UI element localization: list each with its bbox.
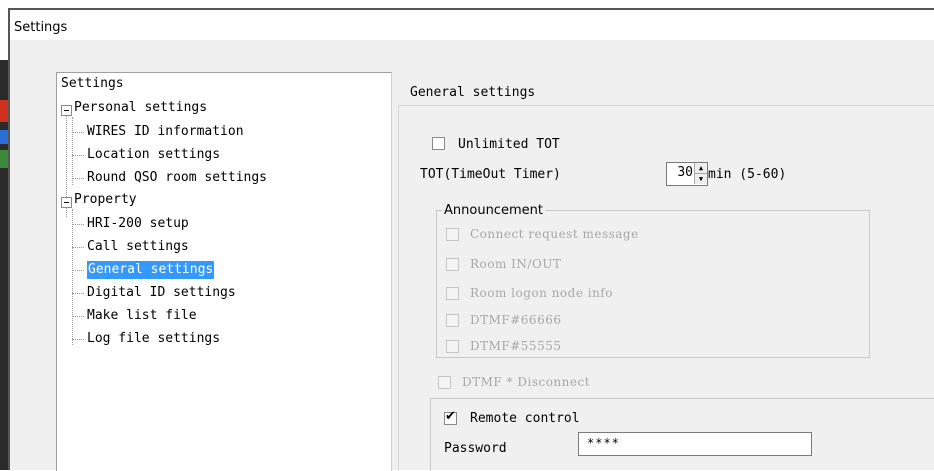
window-top-border bbox=[8, 8, 934, 10]
title-bar: Settings bbox=[0, 0, 934, 40]
tree-group-personal-settings[interactable]: Personal settings bbox=[74, 99, 207, 117]
tree-item-wires-id-information[interactable]: WIRES ID information bbox=[87, 123, 244, 141]
connect-request-message-checkbox[interactable] bbox=[446, 228, 459, 241]
password-input[interactable]: **** bbox=[578, 432, 812, 456]
settings-tree[interactable]: Settings Personal settings WIRES ID info… bbox=[56, 72, 392, 471]
unlimited-tot-checkbox[interactable] bbox=[432, 137, 445, 150]
password-label: Password bbox=[444, 441, 507, 456]
dtmf-55555-label: DTMF#55555 bbox=[470, 339, 562, 353]
collapse-icon[interactable] bbox=[61, 105, 72, 116]
room-logon-node-info-label: Room logon node info bbox=[470, 286, 613, 300]
tree-item-hri-200-setup[interactable]: HRI-200 setup bbox=[87, 215, 189, 233]
dtmf-66666-checkbox[interactable] bbox=[446, 314, 459, 327]
announcement-legend: Announcement bbox=[442, 203, 545, 218]
tree-item-location-settings[interactable]: Location settings bbox=[87, 146, 220, 164]
tree-item-call-settings[interactable]: Call settings bbox=[87, 238, 189, 256]
room-in-out-checkbox[interactable] bbox=[446, 258, 459, 271]
remote-control-label: Remote control bbox=[470, 411, 580, 426]
tree-root-settings[interactable]: Settings bbox=[61, 75, 124, 93]
room-logon-node-info-checkbox[interactable] bbox=[446, 287, 459, 300]
remote-control-checkbox[interactable]: ✔ bbox=[444, 409, 457, 425]
tree-item-digital-id-settings[interactable]: Digital ID settings bbox=[87, 284, 236, 302]
dtmf-66666-label: DTMF#66666 bbox=[470, 313, 562, 327]
spin-down-icon[interactable]: ▼ bbox=[694, 174, 707, 184]
dtmf-disconnect-label: DTMF * Disconnect bbox=[462, 375, 591, 389]
background-window-strip bbox=[0, 60, 8, 470]
room-in-out-label: Room IN/OUT bbox=[470, 257, 562, 271]
password-value[interactable]: **** bbox=[587, 436, 620, 450]
collapse-icon[interactable] bbox=[61, 197, 72, 208]
connect-request-message-label: Connect request message bbox=[470, 227, 639, 241]
tree-item-make-list-file[interactable]: Make list file bbox=[87, 307, 197, 325]
dtmf-55555-checkbox[interactable] bbox=[446, 340, 459, 353]
dtmf-disconnect-checkbox[interactable] bbox=[438, 376, 451, 389]
panel-title: General settings bbox=[410, 85, 536, 100]
checkmark-icon: ✔ bbox=[445, 409, 456, 424]
tot-value[interactable]: 30 bbox=[677, 165, 693, 180]
unlimited-tot-label: Unlimited TOT bbox=[458, 137, 560, 152]
window-title: Settings bbox=[14, 20, 68, 35]
spin-up-icon[interactable]: ▲ bbox=[694, 163, 707, 174]
tot-label: TOT(TimeOut Timer) bbox=[420, 167, 561, 182]
tree-group-property[interactable]: Property bbox=[74, 191, 137, 209]
tree-item-log-file-settings[interactable]: Log file settings bbox=[87, 330, 220, 348]
tree-item-general-settings[interactable]: General settings bbox=[87, 261, 215, 279]
tot-spinner[interactable]: 30 ▲ ▼ bbox=[666, 162, 708, 186]
tree-item-round-qso-room-settings[interactable]: Round QSO room settings bbox=[87, 169, 267, 187]
tot-unit-label: min (5-60) bbox=[708, 167, 787, 182]
